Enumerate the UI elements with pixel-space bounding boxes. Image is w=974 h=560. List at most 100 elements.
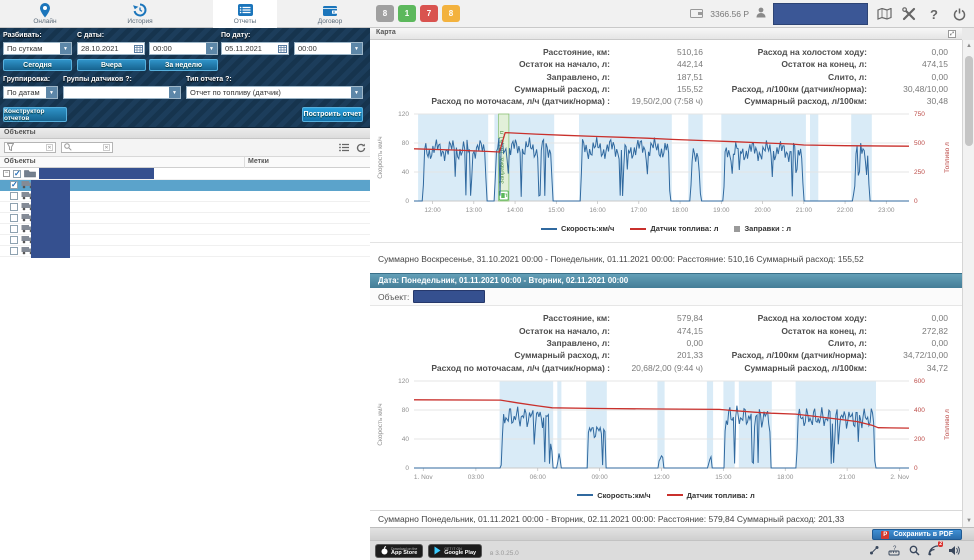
calendar-icon[interactable] bbox=[276, 44, 288, 53]
chevron-down-icon: ▼ bbox=[351, 43, 362, 54]
object-row-item[interactable] bbox=[0, 235, 370, 246]
from-time-select[interactable]: 00:00▼ bbox=[149, 42, 218, 55]
chevron-down-icon: ▼ bbox=[351, 87, 362, 98]
calendar-icon[interactable] bbox=[132, 44, 144, 53]
svg-text:2. Nov: 2. Nov bbox=[890, 474, 910, 481]
measure-icon[interactable]: ? bbox=[888, 544, 900, 556]
object-row-item[interactable] bbox=[0, 202, 370, 213]
map-toggle-icon[interactable] bbox=[875, 5, 893, 23]
map-panel-bar[interactable]: Карта ⤢ bbox=[370, 28, 962, 40]
svg-text:16:00: 16:00 bbox=[589, 207, 606, 214]
filter-input[interactable]: ✕ bbox=[4, 142, 56, 153]
search-input[interactable]: ✕ bbox=[61, 142, 113, 153]
stat-value: 579,84 bbox=[610, 312, 705, 324]
status-badge[interactable]: 7 bbox=[420, 5, 438, 22]
collapse-icon[interactable]: − bbox=[3, 170, 10, 177]
from-date-input[interactable]: 28.10.2021 bbox=[77, 42, 145, 55]
pdf-bar: P Сохранить в PDF bbox=[370, 527, 974, 540]
status-badge[interactable]: 8 bbox=[442, 5, 460, 22]
grouping-select[interactable]: По датам▼ bbox=[3, 86, 58, 99]
signal-icon[interactable]: 2 bbox=[928, 544, 940, 556]
tab-label: Отчеты bbox=[234, 18, 256, 26]
scroll-up-icon[interactable]: ▲ bbox=[963, 40, 974, 52]
column-labels[interactable]: Метки bbox=[248, 158, 269, 165]
object-row-item[interactable] bbox=[0, 224, 370, 235]
svg-text:750: 750 bbox=[914, 111, 925, 118]
vertical-scrollbar[interactable]: ▲ ▼ bbox=[962, 40, 974, 527]
object-checkbox[interactable] bbox=[10, 192, 18, 200]
report-type-select[interactable]: Отчет по топливу (датчик)▼ bbox=[186, 86, 363, 99]
build-report-button[interactable]: Построить отчет bbox=[302, 107, 363, 122]
object-checkbox[interactable] bbox=[10, 236, 18, 244]
fuel-speed-chart-day1[interactable]: 00402508050012075012:0013:0014:0015:0016… bbox=[372, 109, 957, 221]
object-checkbox[interactable] bbox=[10, 181, 18, 189]
signal-count-badge: 2 bbox=[938, 541, 943, 547]
help-icon[interactable]: ? bbox=[925, 5, 943, 23]
object-checkbox[interactable] bbox=[10, 214, 18, 222]
stat-value: 30,48/10,00 bbox=[867, 83, 950, 95]
group-checkbox[interactable] bbox=[13, 170, 21, 178]
object-row-item[interactable] bbox=[0, 246, 370, 257]
sensor-groups-select[interactable]: ▼ bbox=[63, 86, 181, 99]
object-row-item[interactable] bbox=[0, 213, 370, 224]
yesterday-button[interactable]: Вчера bbox=[77, 59, 146, 71]
scrollbar-thumb[interactable] bbox=[965, 56, 973, 146]
save-pdf-button[interactable]: P Сохранить в PDF bbox=[872, 529, 962, 540]
chart-legend-1: Скорость:км/ч Датчик топлива: л Заправки :… bbox=[370, 221, 962, 236]
week-button[interactable]: За неделю bbox=[149, 59, 218, 71]
legend-item[interactable]: Заправки : л bbox=[734, 224, 791, 233]
to-time-select[interactable]: 00:00▼ bbox=[294, 42, 363, 55]
object-group-row[interactable]: − bbox=[0, 168, 370, 180]
legend-item[interactable]: Скорость:км/ч bbox=[541, 224, 614, 233]
svg-text:21:00: 21:00 bbox=[839, 474, 856, 481]
markers-icon[interactable] bbox=[868, 544, 880, 556]
legend-item[interactable]: Датчик топлива: л bbox=[667, 491, 755, 500]
clear-search-icon[interactable]: ✕ bbox=[103, 144, 110, 151]
legend-item[interactable]: Скорость:км/ч bbox=[577, 491, 650, 500]
logout-icon[interactable] bbox=[950, 5, 968, 23]
chevron-down-icon: ▼ bbox=[206, 43, 217, 54]
tab-договор[interactable]: Договор bbox=[298, 0, 362, 28]
chevron-down-icon: ▼ bbox=[46, 87, 57, 98]
pdf-icon: P bbox=[881, 531, 889, 539]
object-name-redacted[interactable] bbox=[413, 290, 485, 303]
tab-история[interactable]: История bbox=[108, 0, 172, 28]
object-checkbox[interactable] bbox=[10, 225, 18, 233]
tab-отчеты[interactable]: Отчеты bbox=[213, 0, 277, 28]
googleplay-badge[interactable]: GET IT ONGoogle Play bbox=[428, 544, 482, 558]
status-badges: 8178 bbox=[376, 5, 460, 22]
zoom-icon[interactable] bbox=[908, 544, 920, 556]
stat-value: 474,15 bbox=[610, 325, 705, 337]
today-button[interactable]: Сегодня bbox=[3, 59, 72, 71]
expand-panel-icon[interactable]: ⤢ bbox=[948, 30, 956, 38]
stat-label: Остаток на начало, л: bbox=[370, 325, 610, 337]
fuel-speed-chart-day2[interactable]: 0040200804001206001. Nov03:0006:0009:001… bbox=[372, 376, 957, 488]
object-row-item[interactable] bbox=[0, 191, 370, 202]
stat-value: 510,16 bbox=[610, 46, 705, 58]
object-checkbox[interactable] bbox=[10, 247, 18, 255]
svg-text:18:00: 18:00 bbox=[672, 207, 689, 214]
split-select[interactable]: По суткам▼ bbox=[3, 42, 72, 55]
legend-item[interactable]: Датчик топлива: л bbox=[630, 224, 718, 233]
scroll-down-icon[interactable]: ▼ bbox=[963, 515, 974, 527]
clear-filter-icon[interactable]: ✕ bbox=[46, 144, 53, 151]
appstore-badge[interactable]: Download on theApp Store bbox=[375, 544, 423, 558]
sound-icon[interactable] bbox=[948, 544, 960, 556]
refresh-icon[interactable] bbox=[355, 142, 366, 153]
svg-text:19:00: 19:00 bbox=[713, 207, 730, 214]
object-checkbox[interactable] bbox=[10, 203, 18, 211]
object-row-item[interactable] bbox=[0, 180, 370, 191]
status-badge[interactable]: 1 bbox=[398, 5, 416, 22]
stat-label: Суммарный расход, л: bbox=[370, 83, 610, 95]
report-constructor-button[interactable]: Конструктор отчетов bbox=[3, 107, 67, 122]
tab-онлайн[interactable]: Онлайн bbox=[13, 0, 77, 28]
tools-icon[interactable] bbox=[900, 5, 918, 23]
stat-label: Суммарный расход, л/100км: bbox=[705, 95, 867, 107]
status-badge[interactable]: 8 bbox=[376, 5, 394, 22]
sort-list-icon[interactable] bbox=[338, 142, 349, 153]
username-redacted[interactable] bbox=[773, 3, 868, 25]
object-row: Объект: bbox=[370, 288, 962, 306]
version-label: в 3.0.25.0 bbox=[490, 550, 519, 557]
to-date-input[interactable]: 05.11.2021 bbox=[221, 42, 289, 55]
balance-amount[interactable]: 3366.56 Р bbox=[710, 9, 749, 19]
